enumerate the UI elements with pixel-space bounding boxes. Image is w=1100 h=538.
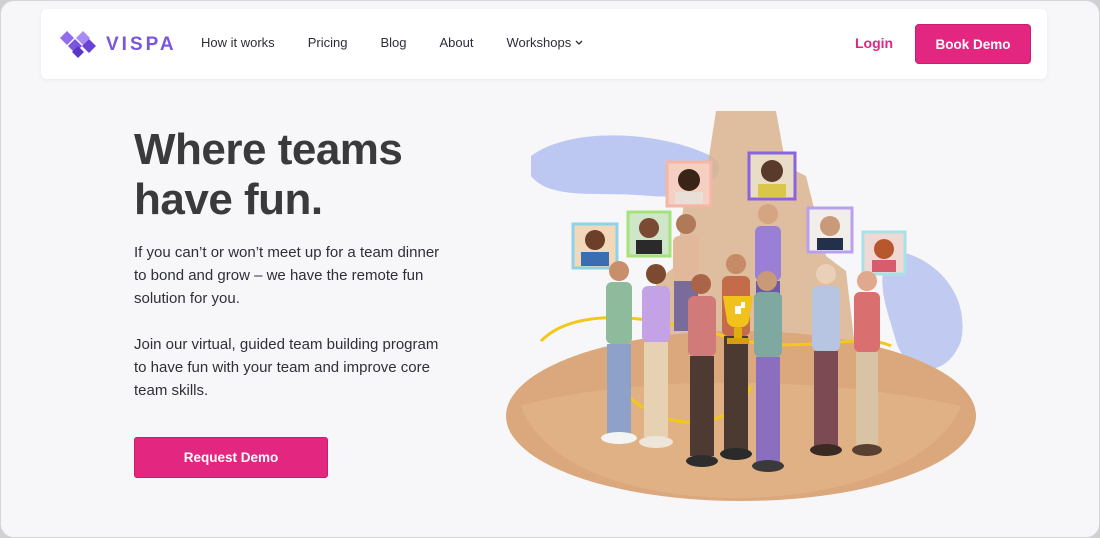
- person-8: [810, 264, 842, 456]
- nav-link-about[interactable]: About: [439, 35, 473, 50]
- nav-link-blog[interactable]: Blog: [380, 35, 406, 50]
- nav-link-workshops[interactable]: Workshops: [506, 35, 583, 50]
- page-frame: VISPA How it works Pricing Blog About Wo…: [0, 0, 1100, 538]
- avatar-frame-6: [861, 230, 907, 276]
- person-7: [752, 271, 784, 472]
- vispa-logo-icon: [60, 31, 96, 58]
- avatar-frame-4: [747, 151, 797, 201]
- team-avatars-illustration: [506, 111, 976, 501]
- headline-line-2: have fun.: [134, 175, 323, 224]
- person-5: [720, 254, 752, 460]
- avatar-frame-2: [626, 210, 672, 258]
- main-nav: How it works Pricing Blog About Workshop…: [201, 35, 616, 50]
- brand-name: VISPA: [106, 34, 177, 55]
- hero-headline: Where teams have fun.: [134, 125, 464, 225]
- avatar-frame-3: [665, 160, 713, 208]
- avatar-frame-5: [806, 206, 854, 254]
- brand-logo[interactable]: VISPA: [58, 29, 177, 61]
- headline-line-1: Where teams: [134, 125, 403, 174]
- login-link[interactable]: Login: [855, 35, 893, 51]
- chevron-down-icon: [575, 40, 583, 45]
- person-2: [639, 264, 673, 448]
- person-4: [686, 274, 718, 467]
- nav-link-how-it-works[interactable]: How it works: [201, 35, 275, 50]
- hero-paragraph-2: Join our virtual, guided team building p…: [134, 336, 439, 399]
- workshops-label: Workshops: [506, 35, 572, 50]
- request-demo-button[interactable]: Request Demo: [134, 437, 328, 478]
- nav-link-pricing[interactable]: Pricing: [308, 35, 348, 50]
- book-demo-button[interactable]: Book Demo: [915, 24, 1031, 64]
- hero-paragraph-1: If you can’t or won’t meet up for a team…: [134, 244, 440, 307]
- person-9: [852, 271, 882, 456]
- top-navbar: VISPA How it works Pricing Blog About Wo…: [41, 9, 1047, 79]
- avatar-frame-1: [571, 222, 619, 270]
